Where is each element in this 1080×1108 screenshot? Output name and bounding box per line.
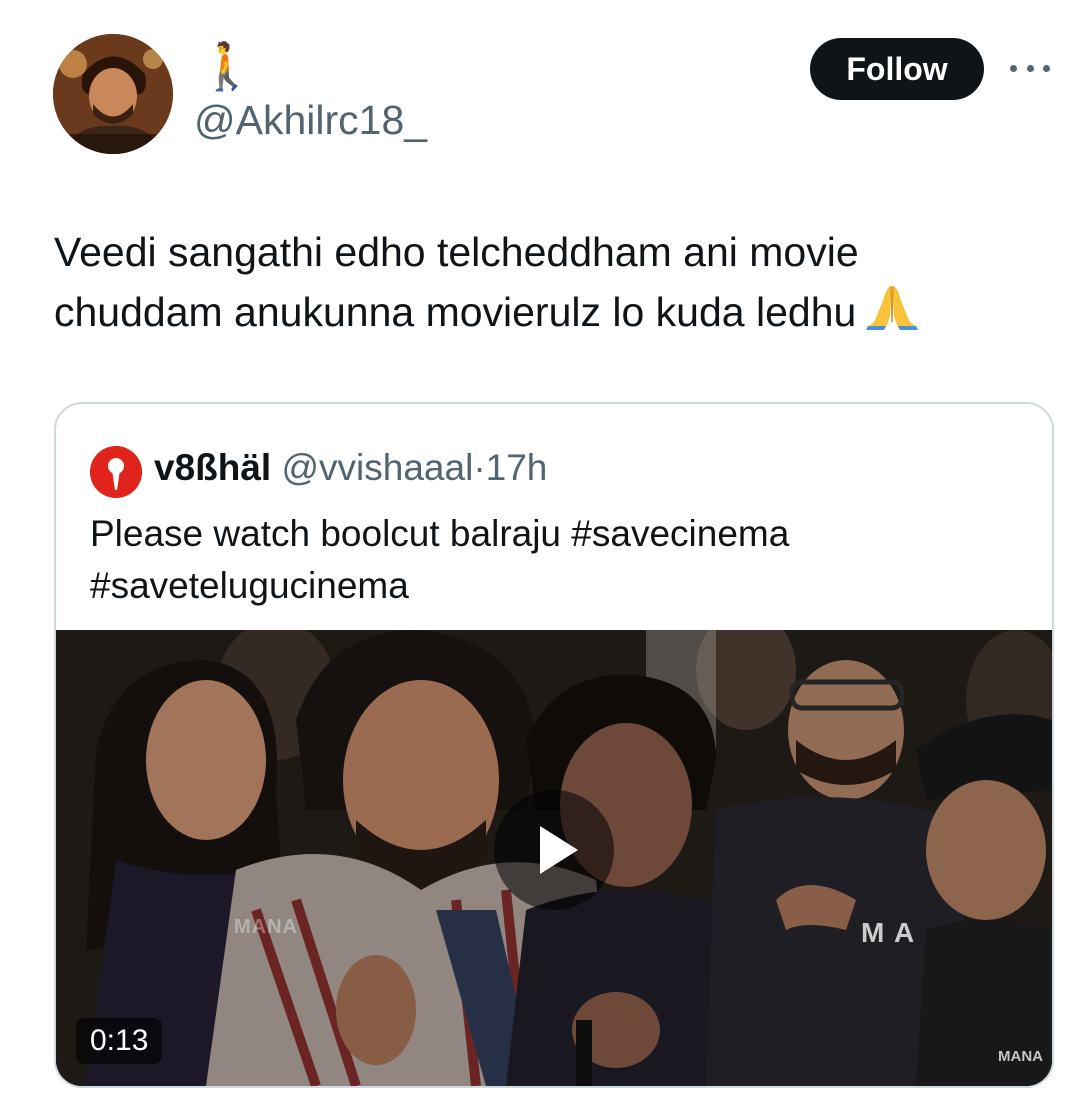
quoted-display-name[interactable]: v8ßhäl <box>154 447 271 488</box>
quoted-tweet-card[interactable]: v8ßhäl @vvishaaal·17h Please watch boolc… <box>54 402 1054 1088</box>
follow-button[interactable]: Follow <box>810 38 984 100</box>
quoted-text-line: Please watch boolcut balraju #savecinema <box>90 513 790 554</box>
more-options-button[interactable] <box>1010 50 1050 86</box>
more-dots-icon <box>1010 64 1017 72</box>
profile-photo-icon <box>53 34 173 154</box>
quoted-handle[interactable]: @vvishaaal <box>282 447 474 488</box>
author-avatar[interactable] <box>53 34 173 154</box>
video-watermark: MANA <box>234 916 298 938</box>
play-button[interactable] <box>494 790 614 910</box>
tweet-text-line: Veedi sangathi edho telcheddham ani movi… <box>54 229 859 275</box>
author-handle[interactable]: @Akhilrc18_ <box>194 96 427 144</box>
quoted-author-avatar[interactable] <box>90 446 142 498</box>
play-icon <box>540 826 578 874</box>
video-player[interactable]: M A MANA MANA 0:13 <box>56 630 1052 1086</box>
video-duration-badge: 0:13 <box>76 1018 163 1064</box>
tweet: 🚶 @Akhilrc18_ Follow Veedi sangathi edho… <box>0 0 1080 1108</box>
quoted-tweet-header: v8ßhäl @vvishaaal·17h <box>154 444 547 492</box>
tweet-text-line-2: chuddam anukunna movierulz lo kuda ledhu <box>54 282 1054 348</box>
tweet-text: Veedi sangathi edho telcheddham ani movi… <box>54 222 1054 348</box>
quoted-timestamp[interactable]: 17h <box>486 447 548 488</box>
folded-hands-icon <box>864 284 920 348</box>
quoted-tweet-text: Please watch boolcut balraju #savecinema… <box>90 508 1030 612</box>
header-separator: · <box>473 447 486 488</box>
author-display-name[interactable]: 🚶 <box>198 40 255 92</box>
quoted-avatar-icon <box>90 446 142 498</box>
quoted-text-line-2: #savetelugucinema <box>90 565 409 606</box>
video-watermark-corner: MANA <box>998 1048 1043 1065</box>
